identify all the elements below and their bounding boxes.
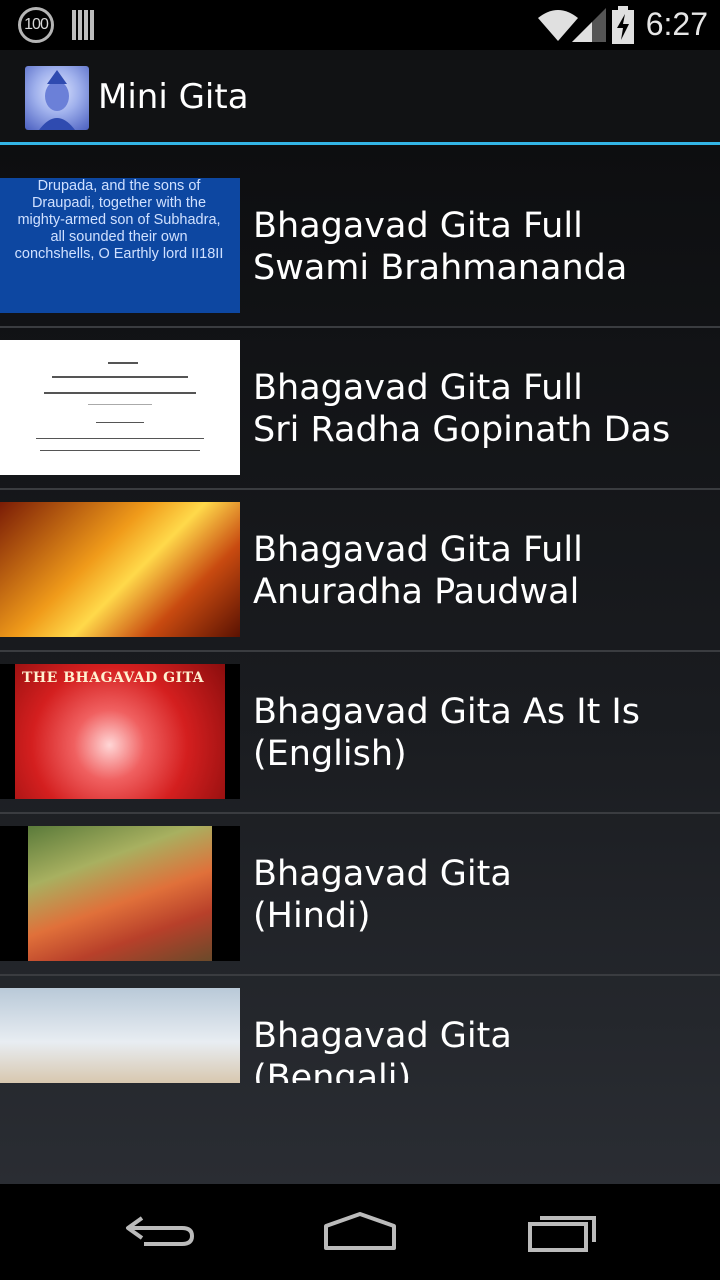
thumbnail-sanskrit-verse-image [0,340,240,475]
action-bar: Mini Gita [0,50,720,143]
thumbnail-krishna-arjuna-image [0,502,240,637]
status-bar: 100 6:27 [0,0,720,50]
thumbnail-caption: THE BHAGAVAD GITA [22,670,205,686]
thumbnail-shiva-krishna-image [0,988,240,1083]
thumbnail-lotus-image: THE BHAGAVAD GITA [0,664,240,799]
thumbnail-verse-image: Drupada, and the sons of Draupadi, toget… [0,178,240,313]
sd-card-icon [72,10,96,40]
app-logo-icon[interactable] [25,66,89,130]
list-item[interactable]: Bhagavad Gita (Bengali) [0,955,720,1083]
recent-apps-icon[interactable] [522,1206,602,1256]
back-icon[interactable] [122,1206,202,1256]
status-time: 6:27 [645,6,708,42]
track-list[interactable]: Drupada, and the sons of Draupadi, toget… [0,145,720,1184]
cell-signal-icon [572,8,606,42]
list-item-title: Bhagavad Gita Full Anuradha Paudwal [253,530,583,612]
list-item[interactable]: THE BHAGAVAD GITA Bhagavad Gita As It Is… [0,631,720,814]
list-item[interactable]: Bhagavad Gita (Hindi) [0,793,720,976]
app-title: Mini Gita [98,77,249,117]
home-icon[interactable] [320,1206,400,1256]
battery-100-icon: 100 [18,7,54,43]
list-item[interactable]: Drupada, and the sons of Draupadi, toget… [0,145,720,328]
list-item-title: Bhagavad Gita (Hindi) [253,854,512,936]
list-item[interactable]: Bhagavad Gita Full Anuradha Paudwal [0,469,720,652]
list-item-title: Bhagavad Gita As It Is (English) [253,692,640,774]
list-item-title: Bhagavad Gita (Bengali) [253,1016,512,1083]
battery-charging-icon [612,6,634,44]
thumbnail-hanuman-image [0,826,240,961]
list-viewport[interactable]: Drupada, and the sons of Draupadi, toget… [0,145,720,1083]
list-item-title: Bhagavad Gita Full Sri Radha Gopinath Da… [253,368,671,450]
navigation-bar [0,1184,720,1280]
thumbnail-verse-text: Drupada, and the sons of Draupadi, toget… [14,178,224,262]
list-item[interactable]: Bhagavad Gita Full Sri Radha Gopinath Da… [0,307,720,490]
list-item-title: Bhagavad Gita Full Swami Brahmananda [253,206,628,288]
